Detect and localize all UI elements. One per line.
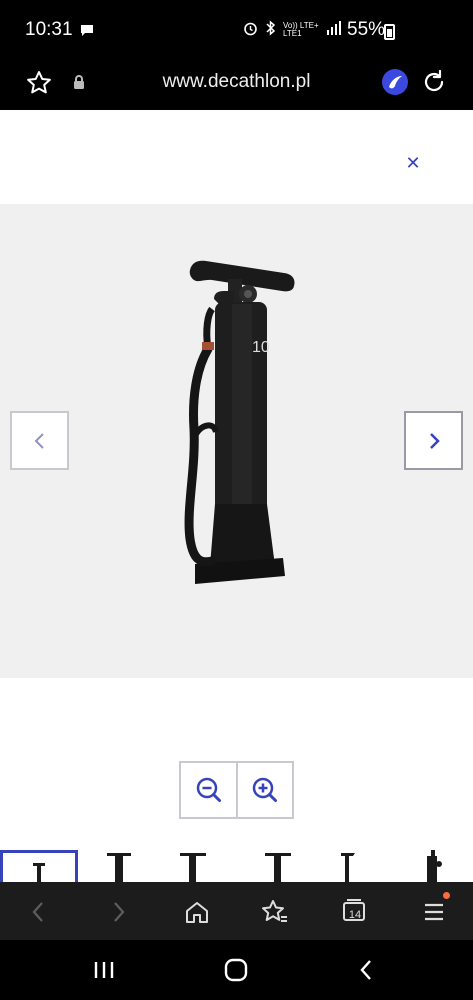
back-icon[interactable] <box>24 898 52 926</box>
status-bar: 10:31 Vo)) LTE+ LTE1 55% <box>0 0 473 62</box>
browser-url-bar: www.decathlon.pl <box>0 62 473 110</box>
alarm-icon <box>243 21 258 39</box>
battery-percent: 55% <box>347 19 386 40</box>
zoom-controls <box>179 761 294 819</box>
notification-dot <box>443 892 450 899</box>
browser-toolbar: 14 <box>0 882 473 940</box>
image-gallery: 10 <box>0 204 473 678</box>
thumbnail-3[interactable] <box>153 850 231 882</box>
network-label: Vo)) LTE+ LTE1 <box>283 20 319 38</box>
system-back-icon[interactable] <box>358 958 374 987</box>
battery-icon <box>384 24 395 40</box>
thumbnail-image <box>265 853 291 882</box>
recent-apps-icon[interactable] <box>92 960 116 985</box>
thumbnail-image <box>341 853 355 882</box>
thumbnail-5[interactable] <box>310 850 388 882</box>
bookmarks-icon[interactable] <box>261 898 289 926</box>
zoom-in-button[interactable] <box>236 763 292 817</box>
close-button[interactable]: ✕ <box>400 150 426 176</box>
system-navigation-bar <box>0 940 473 1000</box>
zoom-out-button[interactable] <box>181 763 237 817</box>
status-time: 10:31 <box>25 19 73 40</box>
thumbnail-1[interactable] <box>0 850 78 882</box>
refresh-icon[interactable] <box>420 68 448 101</box>
thumbnail-image <box>107 853 131 882</box>
thumbnail-strip <box>0 850 473 882</box>
thumbnail-image <box>33 863 45 882</box>
decathlon-app-icon[interactable] <box>382 69 408 95</box>
thumbnail-6[interactable] <box>392 850 470 882</box>
signal-icon <box>326 21 342 38</box>
zoom-out-icon <box>196 777 221 802</box>
previous-image-button[interactable] <box>10 411 69 470</box>
status-icons: Vo)) LTE+ LTE1 <box>243 20 342 39</box>
tabs-icon[interactable]: 14 <box>341 898 369 926</box>
tab-count: 14 <box>348 909 362 921</box>
chevron-right-icon <box>429 432 440 449</box>
product-image-viewer: ✕ 10 <box>0 110 473 882</box>
chevron-left-icon <box>34 432 44 449</box>
product-image-pump: 10 <box>184 260 295 584</box>
home-icon[interactable] <box>183 898 211 926</box>
zoom-in-icon <box>252 777 278 802</box>
bluetooth-icon <box>265 20 276 39</box>
home-circle-icon[interactable] <box>224 958 248 987</box>
next-image-button[interactable] <box>404 411 463 470</box>
thumbnail-4[interactable] <box>238 850 316 882</box>
chat-notification-icon <box>80 24 94 42</box>
thumbnail-image <box>180 853 206 882</box>
menu-icon[interactable] <box>420 898 448 926</box>
forward-icon[interactable] <box>105 898 133 926</box>
thumbnail-image <box>427 850 442 882</box>
thumbnail-2[interactable] <box>80 850 158 882</box>
pump-label: 10 <box>252 339 270 356</box>
